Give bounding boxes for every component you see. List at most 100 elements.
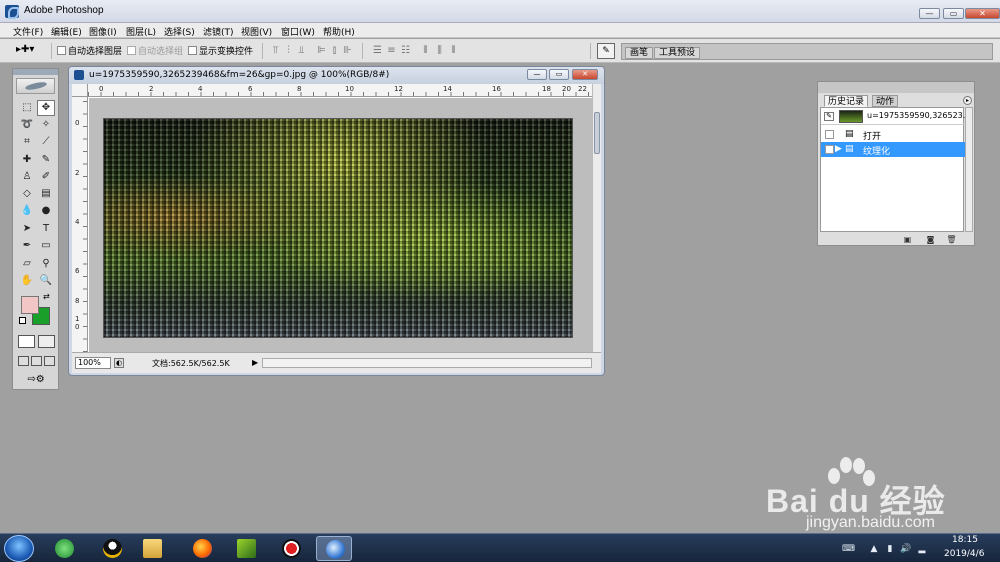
taskbar-app-recorder[interactable]: [273, 536, 309, 561]
start-button[interactable]: [4, 535, 34, 562]
tool-preset-picker[interactable]: ▸✚▾: [16, 44, 46, 58]
slice-icon[interactable]: ⟋: [37, 134, 55, 150]
quick-mask-button[interactable]: [38, 335, 55, 348]
doc-close-button[interactable]: ✕: [572, 69, 598, 80]
menu-image[interactable]: 图像(I): [89, 25, 117, 38]
notes-icon[interactable]: ▱: [18, 256, 36, 272]
tab-actions[interactable]: 动作: [872, 95, 899, 107]
file-browser-button[interactable]: ✎: [597, 43, 615, 59]
show-transform-checkbox[interactable]: [188, 46, 197, 55]
type-tool-icon[interactable]: T: [37, 221, 55, 237]
menu-select[interactable]: 选择(S): [164, 25, 195, 38]
menu-view[interactable]: 视图(V): [241, 25, 272, 38]
clock-date[interactable]: 2019/4/6: [944, 549, 984, 559]
menu-help[interactable]: 帮助(H): [323, 25, 355, 38]
ruler-vertical[interactable]: 0 2 4 6 8 1 0: [72, 97, 88, 352]
distribute-bottom-icon[interactable]: ☷: [400, 45, 411, 56]
document-titlebar[interactable]: u=1975359590,3265239468&fm=26&gp=0.jpg @…: [69, 67, 604, 84]
zoom-icon[interactable]: 🔍: [37, 273, 55, 289]
clock-time[interactable]: 18:15: [952, 535, 978, 545]
status-preview-button[interactable]: ◐: [114, 358, 124, 368]
history-brush-icon[interactable]: ✐: [37, 169, 55, 185]
minimize-button[interactable]: —: [919, 8, 940, 19]
ruler-origin[interactable]: [72, 84, 88, 97]
taskbar-app-qq[interactable]: [94, 536, 130, 561]
doc-minimize-button[interactable]: —: [527, 69, 547, 80]
path-selection-icon[interactable]: ➤: [18, 221, 36, 237]
menu-layer[interactable]: 图层(L): [126, 25, 156, 38]
align-bottom-icon[interactable]: ⫫: [296, 45, 307, 56]
palette-tab-brushes[interactable]: 画笔: [625, 47, 654, 59]
align-top-icon[interactable]: ⫪: [270, 45, 281, 56]
tray-device-icon[interactable]: ▮: [884, 544, 896, 554]
panel-menu-icon[interactable]: ▸: [963, 96, 972, 105]
snapshot-source-icon[interactable]: ✎: [824, 112, 834, 121]
jump-to-imageready-icon[interactable]: ⇨⚙: [21, 373, 51, 386]
swap-colors-icon[interactable]: ⇄: [43, 292, 50, 301]
new-document-from-state-icon[interactable]: ▣: [902, 235, 913, 244]
new-snapshot-icon[interactable]: ◙: [925, 235, 936, 244]
distribute-left-icon[interactable]: ⦀: [420, 45, 431, 56]
brush-icon[interactable]: ✎: [37, 152, 55, 168]
align-vcenter-icon[interactable]: ⫶: [283, 45, 294, 56]
clone-stamp-icon[interactable]: ♙: [18, 169, 36, 185]
dodge-icon[interactable]: ●: [37, 203, 55, 219]
distribute-right-icon[interactable]: ⦀: [448, 45, 459, 56]
align-left-icon[interactable]: ⊫: [316, 45, 327, 56]
auto-select-layer-checkbox[interactable]: [57, 46, 66, 55]
history-source-checkbox[interactable]: [825, 130, 834, 139]
magic-wand-icon[interactable]: ✧: [37, 117, 55, 133]
hand-icon[interactable]: ✋: [18, 273, 36, 289]
menu-window[interactable]: 窗口(W): [281, 25, 315, 38]
distribute-top-icon[interactable]: ☰: [372, 45, 383, 56]
full-screen-button[interactable]: [44, 356, 55, 366]
taskbar-app-360[interactable]: [46, 536, 82, 561]
distribute-vcenter-icon[interactable]: ≡: [386, 45, 397, 56]
zoom-level-field[interactable]: 100%: [75, 357, 111, 369]
taskbar-app-firefox[interactable]: [184, 536, 220, 561]
lasso-icon[interactable]: ➰: [18, 117, 36, 133]
adobe-online-button[interactable]: [16, 78, 55, 94]
toolbox-header[interactable]: [13, 69, 58, 75]
maximize-button[interactable]: ▭: [943, 8, 964, 19]
foreground-color-swatch[interactable]: [21, 296, 39, 314]
crop-icon[interactable]: ⌗: [18, 134, 36, 150]
marquee-icon[interactable]: ⬚: [18, 100, 36, 116]
move-tool-icon[interactable]: ✥: [37, 100, 55, 116]
menu-file[interactable]: 文件(F): [13, 25, 43, 38]
tab-history[interactable]: 历史记录: [824, 95, 869, 107]
vertical-scroll-thumb[interactable]: [594, 112, 600, 154]
taskbar-app-photoshop[interactable]: [316, 536, 352, 561]
history-item-open[interactable]: ▤ 打开: [821, 127, 965, 142]
standard-screen-button[interactable]: [18, 356, 29, 366]
align-right-icon[interactable]: ⊪: [342, 45, 353, 56]
image-artwork[interactable]: [103, 118, 573, 338]
menu-edit[interactable]: 编辑(E): [51, 25, 82, 38]
menu-filter[interactable]: 滤镜(T): [203, 25, 234, 38]
healing-brush-icon[interactable]: ✚: [18, 152, 36, 168]
history-item-texturizer[interactable]: ▶ ▤ 纹理化: [821, 142, 965, 157]
horizontal-scrollbar[interactable]: [262, 358, 592, 368]
history-source-checkbox[interactable]: [825, 145, 834, 154]
close-button[interactable]: ✕: [965, 8, 1000, 19]
ruler-horizontal[interactable]: 0 2 4 6 8 10 12 14 16 18 20 22: [88, 84, 592, 97]
pen-icon[interactable]: ✒: [18, 238, 36, 254]
palette-tab-tool-presets[interactable]: 工具预设: [654, 47, 701, 59]
gradient-icon[interactable]: ▤: [37, 186, 55, 202]
tray-network-icon[interactable]: ▂: [916, 544, 928, 554]
canvas-area[interactable]: [89, 98, 592, 352]
full-screen-menu-button[interactable]: [31, 356, 42, 366]
delete-state-icon[interactable]: 🗑: [946, 235, 957, 244]
history-panel-header[interactable]: [818, 82, 974, 93]
default-colors-icon[interactable]: [19, 317, 26, 324]
eyedropper-icon[interactable]: ⚲: [37, 256, 55, 272]
status-menu-arrow-icon[interactable]: ▶: [252, 358, 258, 367]
distribute-hcenter-icon[interactable]: ⫼: [434, 45, 445, 56]
taskbar-app-media[interactable]: [228, 536, 264, 561]
tray-keyboard-icon[interactable]: ⌨: [842, 544, 855, 554]
history-scrollbar[interactable]: [965, 107, 973, 232]
eraser-icon[interactable]: ◇: [18, 186, 36, 202]
standard-mode-button[interactable]: [18, 335, 35, 348]
rectangle-icon[interactable]: ▭: [37, 238, 55, 254]
auto-select-group-checkbox[interactable]: [127, 46, 136, 55]
